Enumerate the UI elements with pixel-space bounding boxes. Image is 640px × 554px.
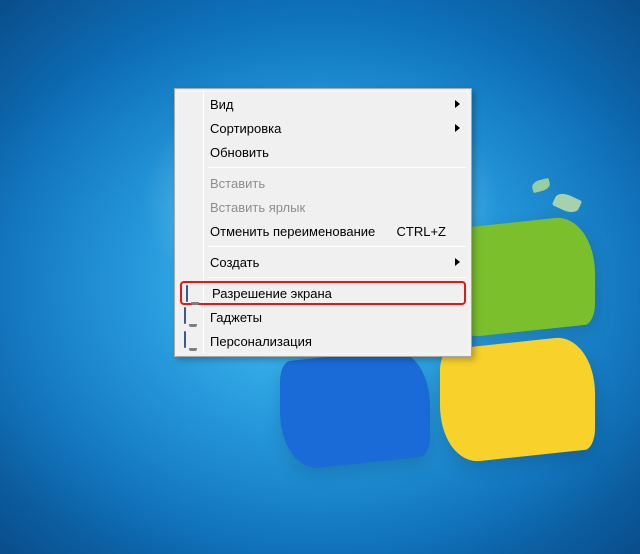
- desktop-context-menu: Вид Сортировка Обновить Вставить Вставит…: [174, 88, 472, 357]
- menu-item-label: Разрешение экрана: [212, 286, 332, 301]
- menu-item-label: Обновить: [210, 145, 446, 160]
- menu-separator: [208, 277, 466, 278]
- menu-item-label: Сортировка: [210, 121, 446, 136]
- menu-item-new[interactable]: Создать: [178, 250, 468, 274]
- menu-item-label: Вид: [210, 97, 446, 112]
- monitor-icon: [186, 286, 204, 304]
- menu-item-label: Отменить переименование: [210, 224, 377, 239]
- menu-item-screen-resolution[interactable]: Разрешение экрана: [180, 281, 466, 305]
- menu-item-sort[interactable]: Сортировка: [178, 116, 468, 140]
- menu-item-paste: Вставить: [178, 171, 468, 195]
- menu-item-label: Гаджеты: [210, 310, 446, 325]
- submenu-arrow-icon: [455, 258, 460, 266]
- menu-item-personalize[interactable]: Персонализация: [178, 329, 468, 353]
- menu-separator: [208, 167, 466, 168]
- menu-item-view[interactable]: Вид: [178, 92, 468, 116]
- menu-item-undo-rename[interactable]: Отменить переименование CTRL+Z: [178, 219, 468, 243]
- menu-item-gadgets[interactable]: Гаджеты: [178, 305, 468, 329]
- submenu-arrow-icon: [455, 124, 460, 132]
- submenu-arrow-icon: [455, 100, 460, 108]
- menu-item-shortcut: CTRL+Z: [397, 224, 446, 239]
- monitor-icon: [184, 332, 202, 350]
- menu-item-label: Вставить: [210, 176, 446, 191]
- menu-item-refresh[interactable]: Обновить: [178, 140, 468, 164]
- monitor-icon: [184, 308, 202, 326]
- menu-item-label: Персонализация: [210, 334, 446, 349]
- menu-separator: [208, 246, 466, 247]
- menu-item-paste-shortcut: Вставить ярлык: [178, 195, 468, 219]
- menu-item-label: Создать: [210, 255, 446, 270]
- menu-item-label: Вставить ярлык: [210, 200, 446, 215]
